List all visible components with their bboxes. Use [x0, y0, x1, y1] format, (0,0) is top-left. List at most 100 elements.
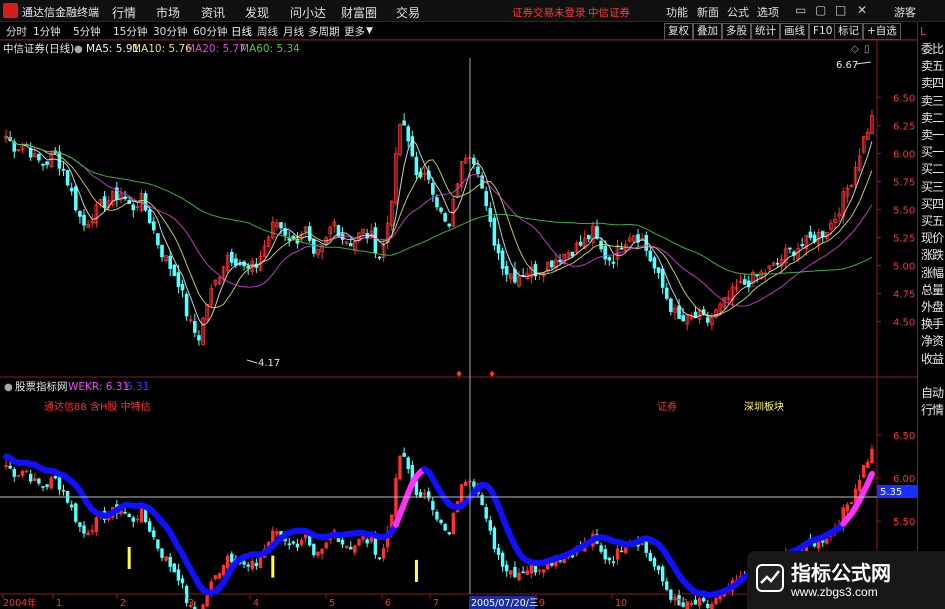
indicator-candle-body	[320, 548, 324, 554]
candle-body	[131, 204, 136, 211]
watermark-logo-icon	[756, 564, 784, 592]
panel-item: 买二	[921, 162, 944, 177]
y-tick-label: 5.50	[893, 517, 915, 528]
indicator-candle-body	[82, 525, 86, 534]
wekr-legend: WEKR: 6.31	[68, 381, 129, 393]
expand-icon[interactable]: ▯	[864, 44, 870, 55]
indicator-candle-body	[246, 564, 250, 567]
candle-body	[61, 168, 66, 171]
x-tick-label: 1	[56, 598, 62, 609]
candle-body	[476, 166, 480, 175]
indicator-candle-body	[135, 518, 140, 521]
price-box-text: 5.35	[880, 487, 902, 498]
indicator-candle-body	[78, 522, 82, 527]
candle-body	[373, 227, 378, 254]
indicator-candle-body	[603, 549, 607, 560]
wekr-value: 6.31	[126, 381, 149, 393]
x-tick-label: 3	[188, 598, 194, 609]
indicator-candle-body	[521, 571, 525, 574]
y-tick-label: 6.25	[893, 121, 915, 132]
panel-item: 买四	[921, 196, 944, 211]
indicator-candle-body	[86, 532, 90, 536]
candle-body	[808, 231, 813, 238]
panel-item[interactable]: 行情	[921, 403, 945, 417]
cursor-date: 2005/07/20/三	[471, 598, 538, 609]
x-tick-label: 6	[385, 598, 391, 609]
candle-body	[279, 222, 283, 229]
watermark-title: 指标公式网	[791, 561, 891, 585]
x-tick-label: 2	[120, 598, 126, 609]
pin-icon[interactable]: ◇	[851, 44, 859, 55]
event-mark-icon[interactable]: ♦	[455, 370, 463, 380]
panel-item: 卖一	[921, 128, 944, 142]
candle-body	[197, 335, 201, 341]
indicator-candle-body	[53, 475, 57, 479]
panel-item: 外盘	[921, 300, 944, 314]
indicator-candle-body	[870, 448, 874, 464]
indicator-candle-body	[160, 548, 164, 558]
main-y-axis: 6.50 6.25 6.00 5.75 5.50 5.25 5.00 4.75 4.50	[877, 93, 915, 329]
panel-item: 收益	[921, 351, 944, 366]
indicator-candle-body	[431, 500, 435, 510]
indicator-gear-icon[interactable]: ●	[4, 382, 13, 393]
indicator-candle-body	[669, 589, 673, 600]
indicator-candle-body	[710, 603, 714, 609]
quote-side-panel: L 委比 卖五 卖四 卖三 卖二 卖一 买一 买二 买三 买四 买五 现价 涨跌 涨幅 总量 外盘 换手 净资 收益…	[917, 22, 945, 609]
indicator-candle-body	[537, 569, 542, 572]
chart-canvas[interactable]: 6.50 6.25 6.00 5.75 5.50 5.25 5.00 4.75 4.50 6.5…	[0, 0, 917, 609]
x-tick-label: 9	[539, 598, 545, 609]
candle-body	[492, 217, 497, 246]
panel-item: 买三	[921, 179, 944, 194]
indicator-candle-body	[24, 470, 29, 473]
ma20-legend: MA20: 5.77	[186, 43, 246, 55]
x-tick-label: 2004年	[3, 597, 37, 609]
event-mark-icon[interactable]: ♦	[488, 370, 496, 380]
indicator-candle-body	[825, 538, 829, 544]
candle-body	[656, 267, 661, 274]
x-tick-label: 5	[329, 598, 335, 609]
indicator-candle-body	[435, 511, 439, 520]
indicator-candle-body	[123, 511, 127, 514]
candle-body	[406, 126, 411, 142]
indicator-candle-body	[361, 536, 365, 540]
indicator-candle-body	[94, 517, 99, 532]
y-tick-label: 5.50	[893, 205, 915, 216]
indicator-candle-body	[406, 457, 410, 469]
title-circle-icon[interactable]: ●	[74, 44, 83, 55]
indicator-candle-body	[353, 545, 357, 553]
indicator-candle-body	[74, 503, 78, 522]
candle-body	[652, 257, 657, 269]
indicator-candle-body	[139, 508, 144, 523]
indicator-candle-body	[349, 546, 353, 550]
indicator-candle-body	[541, 569, 546, 573]
indicator-candle-body	[344, 545, 349, 548]
candle-body	[402, 120, 406, 126]
indicator-band-group	[3, 453, 875, 598]
indicator-candle-body	[488, 520, 492, 531]
indicator-candle-body	[41, 486, 45, 488]
indicator-candle-body	[398, 455, 402, 480]
candle-body	[472, 157, 476, 165]
indicator-candles-group	[4, 444, 874, 609]
candle-body	[611, 261, 616, 264]
indicator-candle-body	[70, 504, 74, 508]
candle-body	[496, 244, 501, 254]
indicator-candle-body	[205, 593, 209, 607]
indicator-candle-body	[275, 531, 279, 535]
panel-item[interactable]: 自动	[921, 386, 945, 400]
candle-body	[102, 196, 107, 208]
indicator-candle-body	[422, 493, 427, 495]
indicator-candle-body	[866, 461, 870, 468]
indicator-candle-body	[242, 561, 246, 565]
panel-item: 总量	[921, 282, 944, 297]
board-label: 深圳板块	[744, 400, 784, 413]
low-price-label: 4.17	[258, 358, 280, 369]
candle-body	[447, 223, 452, 227]
sector-label: 证券	[657, 400, 677, 413]
candle-body	[586, 234, 591, 240]
indicator-candle-body	[447, 532, 451, 535]
indicator-title[interactable]: 股票指标网	[15, 380, 68, 393]
indicator-candle-body	[287, 543, 291, 546]
indicator-candle-body	[37, 478, 41, 484]
candle-body	[123, 197, 127, 200]
